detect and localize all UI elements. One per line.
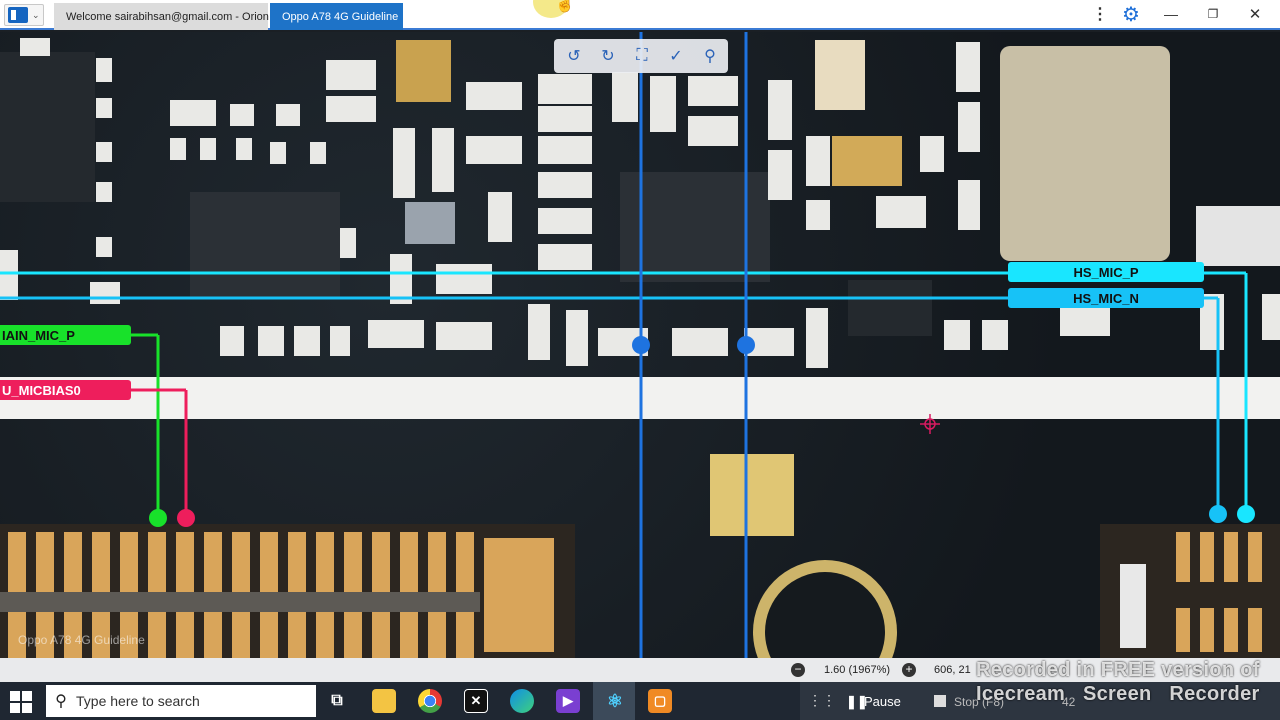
- fit-screen-icon[interactable]: ⛶: [628, 43, 656, 69]
- probe-point[interactable]: [1209, 505, 1227, 523]
- minimize-button[interactable]: —: [1158, 3, 1184, 25]
- net-label-main-mic-p[interactable]: IAIN_MIC_P: [0, 325, 131, 345]
- connector-latch: [1120, 564, 1146, 648]
- probe-point[interactable]: [1237, 505, 1255, 523]
- tab-guideline[interactable]: Oppo A78 4G Guideline: [270, 3, 403, 30]
- zoom-icon[interactable]: ⚲: [696, 43, 724, 69]
- capcut-icon[interactable]: ✕: [464, 689, 488, 713]
- net-label-micbias[interactable]: U_MICBIAS0: [0, 380, 131, 400]
- settings-gear-icon[interactable]: ⚙: [1118, 3, 1144, 26]
- pause-button[interactable]: Pause: [864, 694, 901, 709]
- probe-point[interactable]: [177, 509, 195, 527]
- more-options-button[interactable]: ⋮: [1090, 3, 1110, 25]
- capacitor: [832, 136, 902, 186]
- zoom-level: 1.60 (1967%): [824, 664, 891, 676]
- close-button[interactable]: ✕: [1242, 3, 1268, 25]
- title-bar: ⌄ Welcome sairabihsan@gmail.com - Orion …: [0, 0, 1280, 30]
- connector-body: [0, 592, 480, 612]
- stop-icon[interactable]: [934, 695, 946, 707]
- recorder-watermark: Recorded in FREE version of Icecream Scr…: [976, 658, 1276, 706]
- board-image: [0, 32, 1280, 658]
- test-pad: [710, 454, 794, 536]
- probe-point[interactable]: [149, 509, 167, 527]
- zoom-in-button[interactable]: +: [902, 663, 916, 677]
- icecream-recorder-icon[interactable]: ▢: [648, 689, 672, 713]
- ic-chip: [190, 192, 340, 297]
- file-explorer-icon[interactable]: [372, 689, 396, 713]
- probe-point[interactable]: [737, 336, 755, 354]
- app-window: ⌄ Welcome sairabihsan@gmail.com - Orion …: [0, 0, 1280, 720]
- capacitor: [405, 202, 455, 244]
- task-view-icon[interactable]: ⧉: [325, 689, 349, 713]
- watermark-line-2: Icecream Screen Recorder: [976, 683, 1260, 705]
- viewer-toolbar: ↺ ↻ ⛶ ✓ ⚲: [554, 39, 728, 73]
- tab-welcome[interactable]: Welcome sairabihsan@gmail.com - Orion: [54, 3, 269, 30]
- component-pad: [1196, 206, 1280, 266]
- drag-handle-icon[interactable]: ⋮⋮: [808, 692, 836, 709]
- net-label-hs-mic-p[interactable]: HS_MIC_P: [1008, 262, 1204, 282]
- rotate-right-icon[interactable]: ↻: [594, 43, 622, 69]
- edge-icon[interactable]: [510, 689, 534, 713]
- maximize-button[interactable]: ❐: [1200, 3, 1226, 25]
- net-label-hs-mic-n[interactable]: HS_MIC_N: [1008, 288, 1204, 308]
- chevron-down-icon: ⌄: [32, 9, 40, 20]
- app-logo-icon: [8, 7, 28, 23]
- search-icon: ⚲: [55, 693, 67, 710]
- search-placeholder: Type here to search: [76, 693, 200, 709]
- react-app-icon[interactable]: ⚛: [603, 689, 627, 713]
- app-menu-button[interactable]: ⌄: [4, 4, 44, 26]
- board-viewer[interactable]: ↺ ↻ ⛶ ✓ ⚲ HS_MIC_P HS_MIC_N IAIN_MIC_P U…: [0, 32, 1280, 658]
- taskbar-search[interactable]: ⚲ Type here to search: [46, 685, 316, 717]
- capacitor: [815, 40, 865, 110]
- mouse-cursor-highlight: ☝: [533, 0, 575, 18]
- coordinate-readout: 606, 21: [934, 664, 971, 676]
- chrome-icon[interactable]: [418, 689, 442, 713]
- board-watermark: Oppo A78 4G Guideline: [18, 633, 145, 647]
- hand-cursor-icon: ☝: [555, 0, 575, 13]
- visual-studio-icon[interactable]: ▶: [556, 689, 580, 713]
- shield-can: [1000, 46, 1170, 261]
- watermark-line-1: Recorded in FREE version of: [976, 659, 1260, 681]
- ic-chip: [0, 52, 95, 202]
- zoom-out-button[interactable]: −: [791, 663, 805, 677]
- rotate-left-icon[interactable]: ↺: [560, 43, 588, 69]
- probe-point[interactable]: [632, 336, 650, 354]
- ic-chip: [848, 280, 932, 336]
- windows-start-icon[interactable]: [10, 691, 32, 713]
- measure-icon[interactable]: ✓: [662, 43, 690, 69]
- capacitor: [396, 40, 451, 102]
